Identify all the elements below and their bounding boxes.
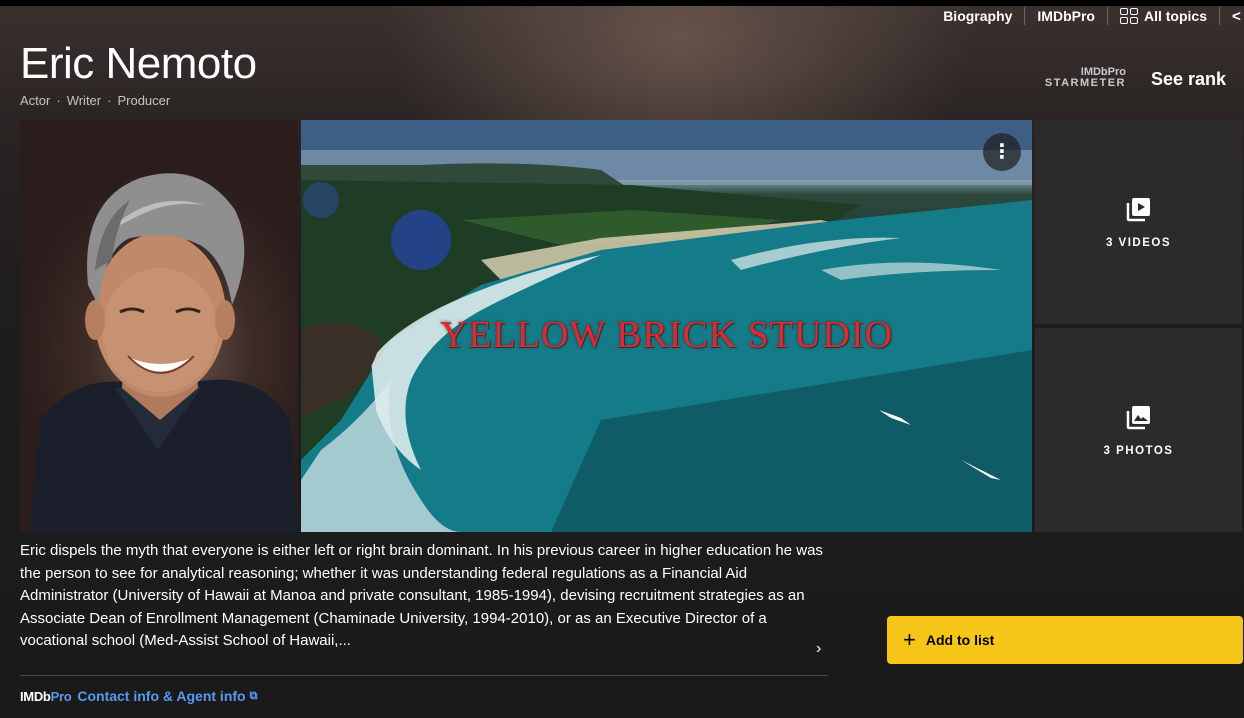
photos-tile[interactable]: 3 PHOTOS [1035, 328, 1242, 532]
photos-tile-label: 3 PHOTOS [1103, 445, 1174, 457]
imdbpro-contact-row: IMDbPro Contact info & Agent info ⧉ [20, 688, 257, 704]
video-more-button[interactable]: ⋮ [983, 133, 1021, 171]
role-separator: · [56, 93, 61, 108]
person-roles: Actor · Writer · Producer [20, 93, 170, 108]
featured-video-player[interactable]: YELLOW BRICK STUDIO ⋮ [301, 120, 1032, 532]
imdbpro-logo: IMDbPro [20, 688, 72, 704]
nav-all-topics-label: All topics [1143, 8, 1207, 24]
grid-icon [1119, 8, 1138, 24]
role-item: Writer [66, 93, 102, 108]
external-link-icon: ⧉ [249, 689, 258, 702]
share-icon[interactable]: < [1220, 8, 1244, 25]
videos-tile-label: 3 VIDEOS [1105, 237, 1172, 249]
imdbpro-logo-imdb: IMDb [20, 688, 51, 704]
nav-biography-link[interactable]: Biography [931, 8, 1024, 24]
portrait-illustration [30, 173, 298, 532]
imdbpro-logo-pro: Pro [50, 688, 72, 704]
role-item: Producer [117, 93, 171, 108]
contact-info-label: Contact info & Agent info [77, 688, 246, 704]
videos-tile[interactable]: 3 VIDEOS [1035, 120, 1242, 324]
starmeter-badge[interactable]: IMDbPro STARMETER [1045, 67, 1126, 89]
bio-divider [20, 675, 828, 676]
chevron-right-icon[interactable]: › [816, 640, 821, 658]
nav-imdbpro-link[interactable]: IMDbPro [1025, 8, 1107, 24]
video-overlay-title: YELLOW BRICK STUDIO [439, 314, 894, 356]
add-to-list-label: Add to list [925, 632, 995, 648]
add-to-list-button[interactable]: + Add to list [887, 616, 1243, 664]
top-subnav: Biography IMDbPro All topics < [931, 6, 1244, 26]
person-name: Eric Nemoto [20, 39, 257, 88]
role-separator: · [107, 93, 112, 108]
primary-photo[interactable] [20, 120, 298, 532]
plus-icon: + [903, 627, 916, 652]
photo-library-icon [1126, 406, 1150, 430]
starmeter-label: STARMETER [1044, 77, 1126, 89]
see-rank-link[interactable]: See rank [1151, 69, 1226, 90]
name-page: Biography IMDbPro All topics < Eric Nemo… [0, 0, 1244, 718]
more-vertical-icon: ⋮ [992, 141, 1012, 163]
play-library-icon [1126, 198, 1150, 222]
nav-all-topics-button[interactable]: All topics [1108, 8, 1219, 24]
role-item: Actor [20, 93, 51, 108]
bio-summary[interactable]: Eric dispels the myth that everyone is e… [20, 540, 825, 653]
contact-info-link[interactable]: Contact info & Agent info ⧉ [77, 688, 257, 704]
